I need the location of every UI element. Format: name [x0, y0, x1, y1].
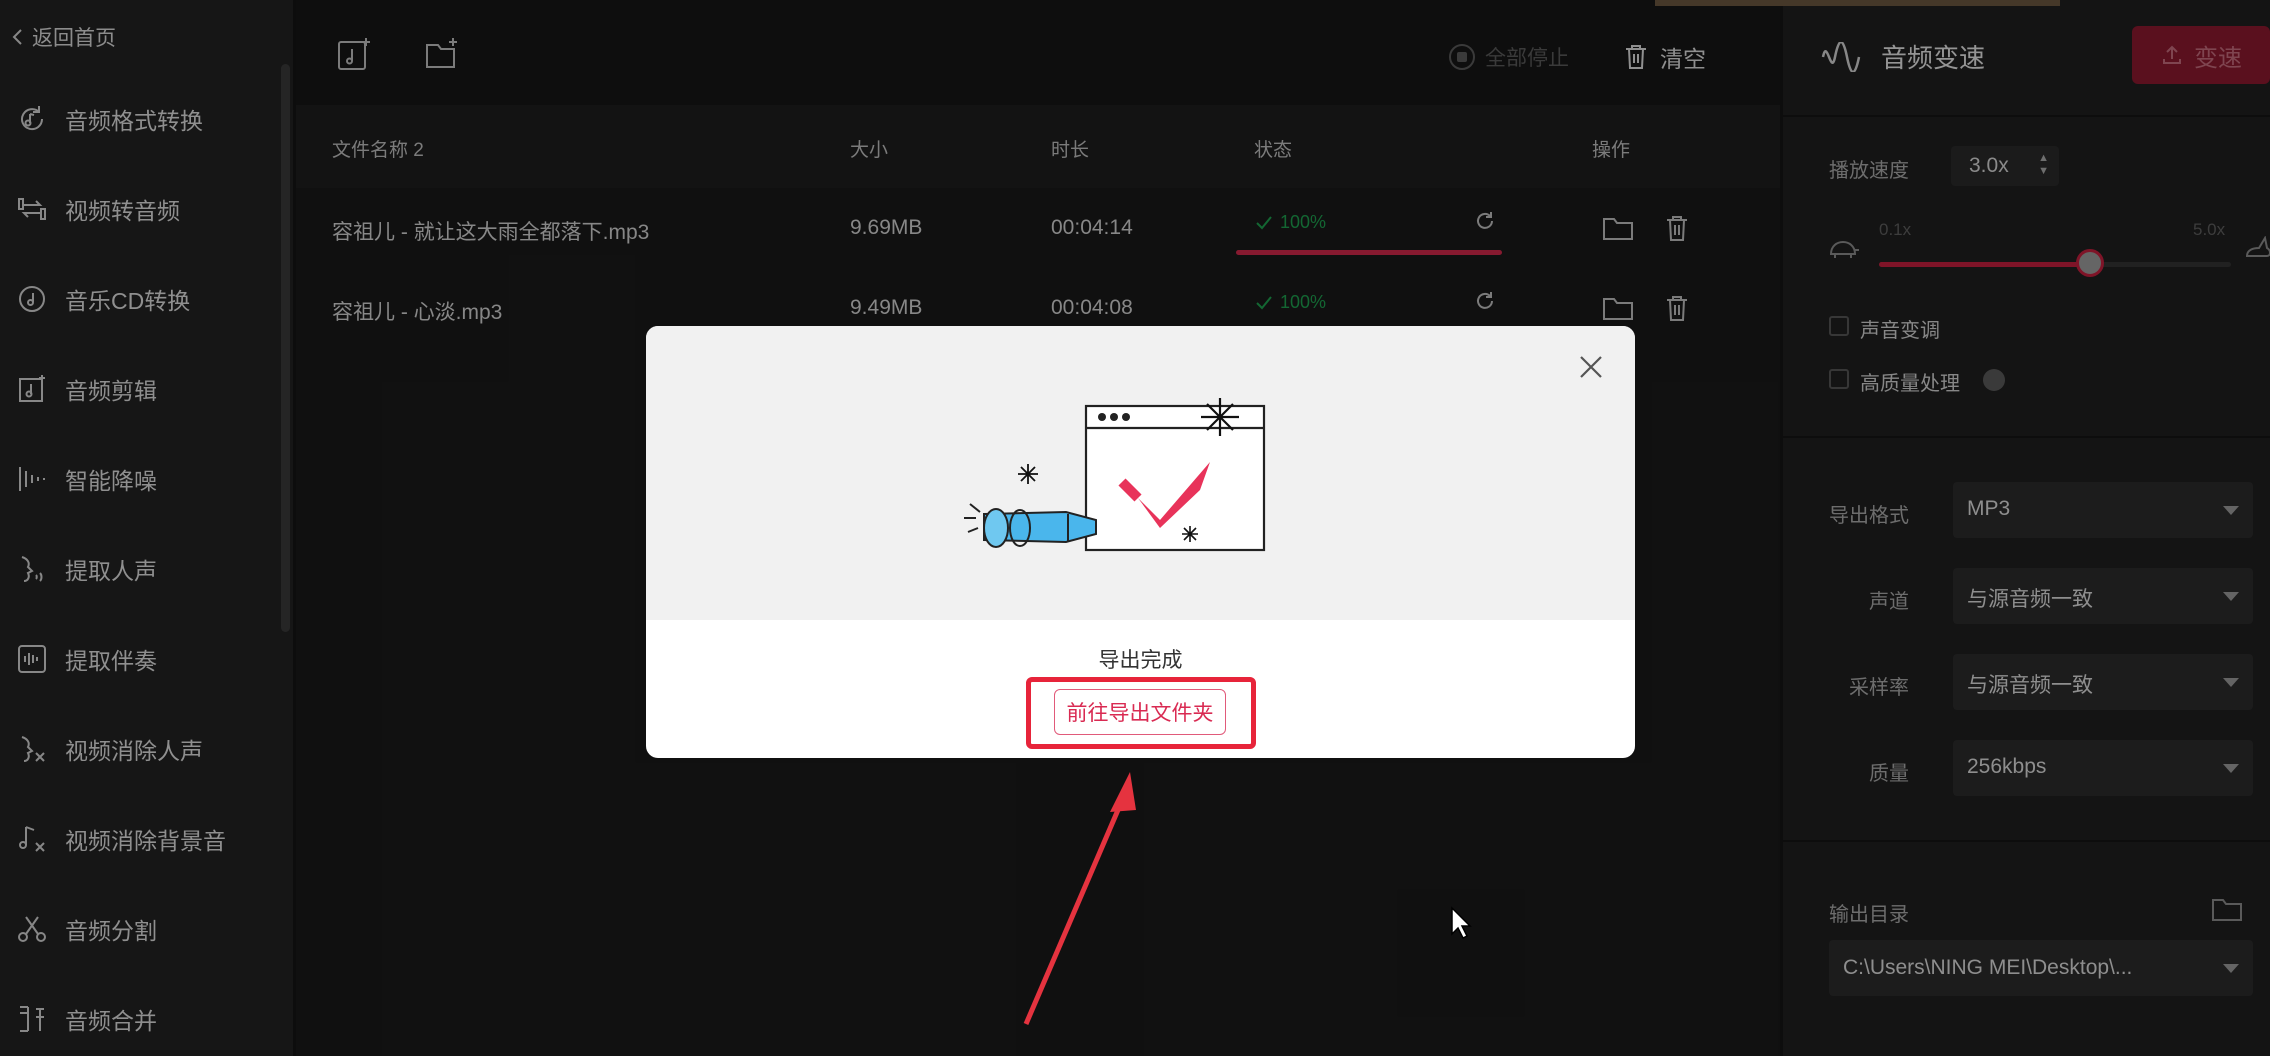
mouse-cursor-icon: [1451, 906, 1472, 940]
export-complete-message: 导出完成: [1098, 649, 1183, 672]
export-complete-dialog: 导出完成 前往导出文件夹: [646, 326, 1635, 758]
open-export-folder-button[interactable]: 前往导出文件夹: [1054, 689, 1226, 735]
export-success-illustration: [964, 398, 1266, 552]
close-icon[interactable]: [1576, 352, 1606, 382]
